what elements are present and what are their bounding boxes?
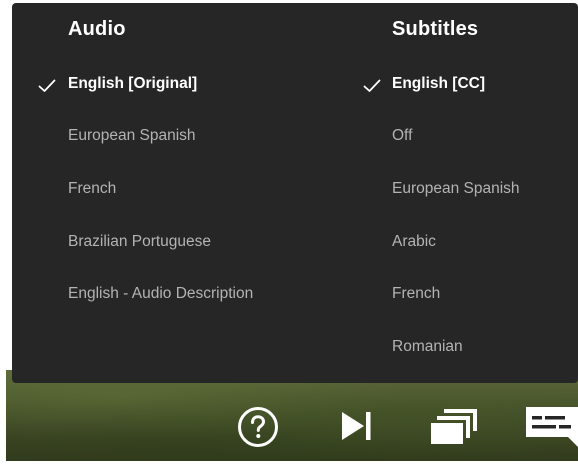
episodes-icon (431, 409, 477, 444)
audio-option-english-audio-description[interactable]: English - Audio Description (68, 281, 253, 307)
subtitles-option-french[interactable]: French (392, 281, 440, 307)
subtitles-option-off[interactable]: Off (392, 123, 412, 149)
subtitles-option-romanian[interactable]: Romanian (392, 334, 463, 360)
next-episode-button[interactable] (338, 408, 374, 444)
help-icon (238, 407, 278, 447)
video-frame[interactable] (6, 370, 578, 461)
audio-option-english-original[interactable]: English [Original] (68, 71, 197, 97)
audio-option-european-spanish[interactable]: European Spanish (68, 123, 196, 149)
episodes-button[interactable] (428, 405, 480, 447)
subtitles-option-english-cc[interactable]: English [CC] (392, 71, 485, 97)
video-player: Audio English [Original] European Spanis… (0, 0, 578, 467)
subtitles-audio-icon (526, 407, 578, 447)
subtitles-header: Subtitles (392, 18, 479, 40)
audio-option-brazilian-portuguese[interactable]: Brazilian Portuguese (68, 229, 211, 255)
subtitles-option-european-spanish[interactable]: European Spanish (392, 176, 520, 202)
subtitles-checkmark-icon (363, 79, 381, 92)
next-episode-icon (342, 412, 371, 440)
subtitles-audio-button[interactable] (524, 403, 578, 449)
audio-option-french[interactable]: French (68, 176, 116, 202)
audio-header: Audio (68, 18, 126, 40)
help-button[interactable] (236, 405, 280, 449)
subtitles-option-arabic[interactable]: Arabic (392, 229, 436, 255)
audio-subtitles-menu: Audio English [Original] European Spanis… (12, 3, 578, 383)
audio-checkmark-icon (38, 79, 56, 92)
